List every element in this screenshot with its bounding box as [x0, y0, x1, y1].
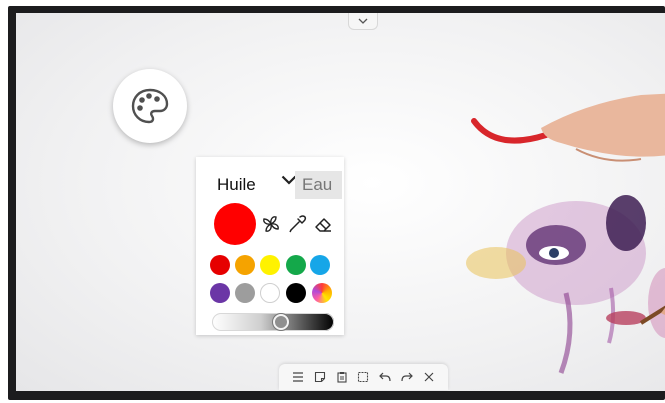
tab-huile[interactable]: Huile: [205, 171, 297, 199]
color-swatch-gray[interactable]: [235, 283, 255, 303]
undo-button[interactable]: [378, 370, 392, 384]
tab-eau-label: Eau: [302, 175, 333, 194]
brush-panel: Huile Eau: [196, 157, 344, 335]
selected-color-indicator[interactable]: [214, 203, 256, 245]
opacity-slider-thumb[interactable]: [273, 314, 290, 330]
canvas-artwork: [466, 93, 665, 374]
tab-huile-label: Huile: [217, 175, 256, 194]
close-button[interactable]: [422, 370, 436, 384]
sticky-note-icon: [314, 371, 325, 383]
eraser-button[interactable]: [312, 213, 334, 235]
eyedropper-icon: [289, 215, 307, 233]
fan-brush-button[interactable]: [260, 213, 282, 235]
paste-icon: [337, 372, 347, 383]
select-button[interactable]: [356, 370, 370, 384]
color-swatch-red[interactable]: [210, 255, 230, 275]
paste-button[interactable]: [335, 370, 349, 384]
color-swatch-black[interactable]: [286, 283, 306, 303]
color-swatch-yellow[interactable]: [260, 255, 280, 275]
color-swatch-green[interactable]: [286, 255, 306, 275]
menu-button[interactable]: [291, 370, 305, 384]
bottom-toolbar: [279, 364, 448, 390]
sticky-note-button[interactable]: [313, 370, 327, 384]
eraser-icon: [315, 218, 331, 232]
tab-eau[interactable]: Eau: [295, 171, 342, 199]
color-swatch-orange[interactable]: [235, 255, 255, 275]
redo-icon: [401, 372, 413, 382]
opacity-slider[interactable]: [212, 313, 334, 331]
redo-button[interactable]: [400, 370, 414, 384]
top-panel-handle[interactable]: [348, 13, 378, 30]
select-icon: [358, 371, 369, 383]
chevron-down-icon: [358, 18, 368, 24]
palette-button[interactable]: [113, 69, 187, 143]
color-swatch-white[interactable]: [260, 283, 280, 303]
palette-icon: [131, 88, 169, 124]
color-swatch-purple[interactable]: [210, 283, 230, 303]
menu-icon: [292, 372, 303, 382]
color-swatch-custom[interactable]: [312, 283, 332, 303]
fan-brush-icon: [263, 216, 279, 232]
eyedropper-button[interactable]: [286, 213, 308, 235]
color-swatch-blue[interactable]: [310, 255, 330, 275]
brush-type-tabs: Huile Eau: [196, 163, 344, 199]
undo-icon: [379, 372, 391, 382]
close-icon: [424, 372, 434, 382]
